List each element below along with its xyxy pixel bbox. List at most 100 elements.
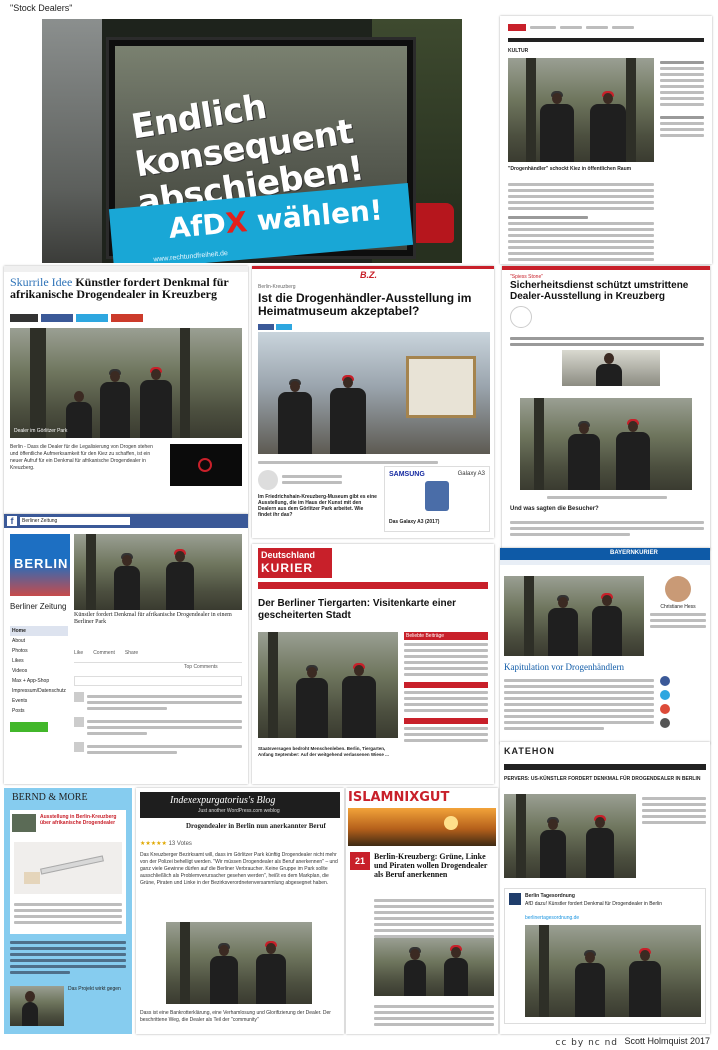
sidebar [642,794,706,827]
headline[interactable]: Skurrile Idee Künstler fordert Denkmal f… [10,276,242,300]
bk-header: BAYERNKURIER [500,548,710,560]
islamnixgut-screenshot: ISLAMNIXGUT 21 Berlin-Kreuzberg: Grüne, … [346,788,498,1034]
phone-image [425,481,449,511]
afd-x-mark: X [224,205,249,241]
comment-input[interactable] [74,676,242,686]
headline[interactable]: Drogendealer in Berlin nun anerkannter B… [186,822,342,830]
twitter-share-button[interactable] [76,314,108,322]
header-image [348,808,496,846]
blog-subtitle: Just another WordPress.com weblog [198,808,280,814]
top-nav [508,22,704,32]
facebook-header: f Berliner Zeitung [4,514,248,528]
nav-videos[interactable]: Videos [10,666,68,676]
bk-logo[interactable]: BAYERNKURIER [610,550,658,556]
headline[interactable]: Der Berliner Tiergarten: Visitenkarte ei… [258,598,488,622]
dk-logo[interactable]: Deutschland KURIER [258,548,332,578]
share-button[interactable] [10,314,38,322]
share-bar [258,324,318,330]
afd-poster-photo: Endlich konsequent abschieben! AfDX wähl… [42,19,462,263]
poster-image: Endlich konsequent abschieben! AfDX wähl… [108,46,414,263]
author-avatar [665,576,691,602]
ad-banner[interactable] [170,444,242,486]
katehon-screenshot: KATEHON PERVERS: US-KÜNSTLER FORDERT DEN… [500,742,710,1034]
section-question: Und was sagten die Besucher? [510,506,599,512]
page-avatar[interactable]: BERLIN [10,534,70,596]
headline[interactable]: "Drogenhändler" schockt Kiez in öffentli… [508,166,654,172]
headline[interactable]: Kapitulation vor Drogenhändlern [504,662,654,672]
facebook-share-icon[interactable] [660,676,670,686]
like-button[interactable]: Like [74,650,83,658]
gplus-share-button[interactable] [111,314,143,322]
person-figure [590,91,626,162]
katehon-logo[interactable]: KATEHON [504,746,555,756]
nav-photos[interactable]: Photos [10,646,68,656]
poster-billboard: Endlich konsequent abschieben! AfDX wähl… [106,37,416,263]
tweet-photo[interactable] [525,925,701,1017]
search-input[interactable]: Berliner Zeitung [20,517,130,525]
berliner-zeitung-screenshot: Skurrile Idee Künstler fordert Denkmal f… [4,266,248,516]
ad-product: Galaxy A3 [457,471,485,477]
share-button[interactable]: Share [125,650,138,658]
nav-events[interactable]: Events [10,696,68,706]
post-headline[interactable]: Ausstellung in Berlin-Kreuzberg über afr… [40,814,122,826]
section-label: KULTUR [508,48,529,54]
twitter-share-button[interactable] [276,324,292,330]
sidebar: Beliebte Beiträge [404,632,488,745]
tweet-link[interactable]: berlinertagesordnung.de [525,915,579,921]
email-share-icon[interactable] [660,718,670,728]
post-photo[interactable] [74,534,242,610]
samsung-ad[interactable]: SAMSUNG Galaxy A3 Das Galaxy A3 (2017) [384,466,490,532]
nav-likes[interactable]: Likes [10,656,68,666]
author-avatar [258,470,278,490]
headline[interactable]: Berlin-Kreuzberg: Grüne, Linke und Pirat… [374,852,494,879]
sidebar-title: Beliebte Beiträge [404,632,488,640]
whiteboard [406,356,476,418]
facebook-icon[interactable]: f [7,516,17,526]
top-comments-select[interactable]: Top Comments [184,664,218,670]
bz-logo[interactable]: B.Z. [360,270,377,280]
syringe-image [14,842,122,894]
article-photo [508,58,654,162]
article-photo [374,938,494,996]
deutschland-kurier-screenshot: Deutschland KURIER Der Berliner Tiergart… [252,544,494,784]
facebook-share-button[interactable] [41,314,73,322]
tweet-author: Berlin Tagesordnung [525,893,575,899]
nav-shop[interactable]: Max + App-Shop [10,676,68,686]
teaser: Staatsversagen bedroht Menschenleben. Be… [258,746,389,757]
facebook-share-button[interactable] [258,324,274,330]
article-body [374,896,494,941]
bm-logo[interactable]: BERND & MORE [12,792,88,803]
embedded-tweet[interactable]: Berlin Tagesordnung AfD dazu! Künstler f… [504,888,706,1024]
create-page-button[interactable] [10,722,48,732]
person-figure [540,91,574,162]
share-icons [660,676,704,728]
headline[interactable]: Sicherheitsdienst schützt umstrittene De… [510,280,704,302]
nav-bar [508,38,704,42]
blog-title[interactable]: Indexexpurgatorius's Blog [170,795,275,806]
nav-posts[interactable]: Posts [10,706,68,716]
twitter-share-icon[interactable] [660,690,670,700]
gplus-share-icon[interactable] [660,704,670,714]
facebook-screenshot: f Berliner Zeitung BERLIN Berliner Zeitu… [4,514,248,784]
site-logo[interactable] [508,23,526,31]
rating[interactable]: ★★★★★ 13 Votes [140,840,192,847]
post-title[interactable]: Künstler fordert Denkmal für afrikanisch… [74,612,242,626]
afd-suffix: wählen! [255,193,384,238]
comment-button[interactable]: Comment [93,650,115,658]
date-badge: 21 [350,852,370,870]
nav-home[interactable]: Home [10,626,68,636]
in-logo[interactable]: ISLAMNIXGUT [348,790,449,805]
nav-bar [258,582,488,589]
ad-offer: Das Galaxy A3 (2017) [389,519,440,525]
nav-about[interactable]: About [10,636,68,646]
sidebar [660,58,704,140]
avatar-logo: BERLIN [14,556,69,571]
headline[interactable]: PERVERS: US-KÜNSTLER FORDERT DENKMAL FÜR… [504,776,706,782]
page-title: Berliner Zeitung [10,602,67,611]
nav-impressum[interactable]: Impressum/Datenschutz [10,686,68,696]
bayernkurier-screenshot: BAYERNKURIER Christiane Hess Kapitulatio… [500,548,710,744]
bz-screenshot: B.Z. Berlin-Kreuzberg Ist die Drogenhänd… [252,266,494,538]
article-photo [258,632,398,738]
security-article-screenshot: "Spiess Stone" Sicherheitsdienst schützt… [502,266,710,550]
headline[interactable]: Ist die Drogenhändler-Ausstellung im Hei… [258,292,490,318]
